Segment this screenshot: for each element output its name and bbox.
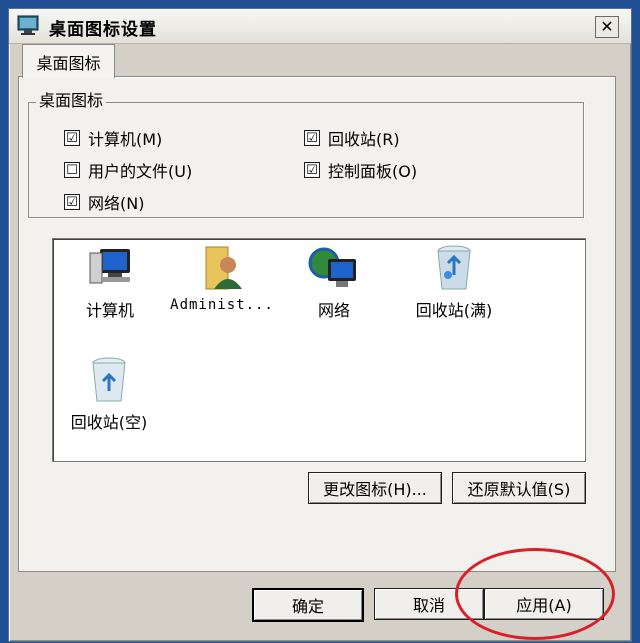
- title-bar[interactable]: 桌面图标设置 ✕: [9, 9, 631, 44]
- recycle-bin-full-icon: [437, 245, 471, 290]
- dialog-title: 桌面图标设置: [49, 20, 157, 40]
- network-icon: [308, 247, 356, 287]
- checkbox-box[interactable]: ☑: [304, 130, 320, 146]
- restore-default-button[interactable]: 还原默认值(S): [452, 472, 586, 504]
- icon-label: 计算机: [85, 301, 134, 320]
- checkbox-control-panel[interactable]: ☑ 控制面板(O): [304, 158, 417, 182]
- user-folder-icon: [205, 246, 242, 290]
- checkbox-box[interactable]: ☑: [304, 162, 320, 178]
- checkbox-recycle-bin[interactable]: ☑ 回收站(R): [304, 126, 400, 150]
- recycle-bin-empty-icon: [92, 357, 126, 402]
- computer-icon: [89, 249, 130, 284]
- list-item[interactable]: 计算机: [65, 245, 155, 321]
- ok-button[interactable]: 确定: [252, 588, 364, 622]
- checkbox-label: 控制面板(O): [328, 162, 418, 181]
- list-item[interactable]: 回收站(空): [57, 355, 161, 433]
- close-button[interactable]: ✕: [595, 16, 619, 38]
- checkbox-box[interactable]: ☐: [64, 162, 80, 178]
- settings-icon: [17, 14, 39, 36]
- checkbox-user-files[interactable]: ☐ 用户的文件(U): [64, 158, 192, 182]
- annotation-circle: [455, 548, 615, 640]
- icon-label: 网络: [317, 301, 350, 320]
- group-legend: 桌面图标: [36, 92, 107, 110]
- list-item[interactable]: 回收站(满): [399, 243, 509, 321]
- list-item[interactable]: Administ...: [167, 243, 277, 313]
- tab-desktop-icons[interactable]: 桌面图标: [22, 44, 115, 78]
- list-item[interactable]: 网络: [289, 245, 379, 321]
- checkbox-box[interactable]: ☑: [64, 130, 80, 146]
- checkbox-network[interactable]: ☑ 网络(N): [64, 190, 144, 214]
- checkbox-label: 回收站(R): [328, 130, 400, 149]
- close-icon: ✕: [600, 17, 614, 36]
- checkbox-computer[interactable]: ☑ 计算机(M): [64, 126, 162, 150]
- checkbox-label: 用户的文件(U): [88, 162, 193, 181]
- icon-list[interactable]: 计算机 Administ... 网络 回收站(满) 回收站(空): [52, 238, 586, 462]
- icon-label: 回收站(空): [70, 413, 148, 432]
- checkbox-box[interactable]: ☑: [64, 194, 80, 210]
- change-icon-button[interactable]: 更改图标(H)...: [308, 472, 442, 504]
- icon-label: 回收站(满): [415, 301, 493, 320]
- checkbox-label: 网络(N): [88, 194, 145, 213]
- checkbox-label: 计算机(M): [88, 130, 163, 149]
- icon-label: Administ...: [170, 297, 274, 313]
